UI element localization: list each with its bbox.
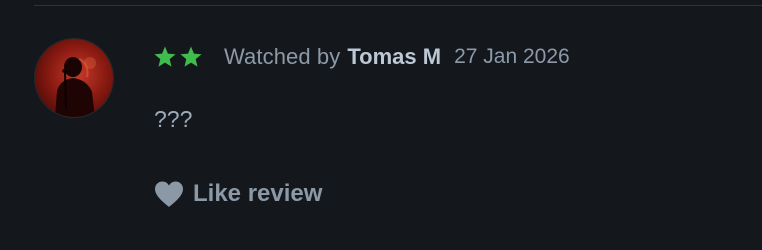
star-rating (153, 45, 205, 69)
review-date[interactable]: 27 Jan 2026 (454, 45, 570, 69)
avatar-image (55, 57, 96, 117)
divider (34, 5, 762, 6)
review-text: ??? (154, 106, 193, 132)
like-review-label: Like review (193, 180, 323, 207)
watched-by-label: Watched by (224, 44, 341, 69)
review-card: Watched by Tomas M 27 Jan 2026 ??? Like … (0, 0, 762, 250)
star-icon (180, 46, 202, 67)
heart-icon (155, 181, 183, 207)
author-name[interactable]: Tomas M (347, 44, 441, 70)
star-icon (154, 46, 176, 67)
like-review-button[interactable]: Like review (153, 178, 322, 210)
review-header: Watched by Tomas M 27 Jan 2026 (153, 41, 570, 73)
avatar[interactable] (35, 39, 113, 117)
